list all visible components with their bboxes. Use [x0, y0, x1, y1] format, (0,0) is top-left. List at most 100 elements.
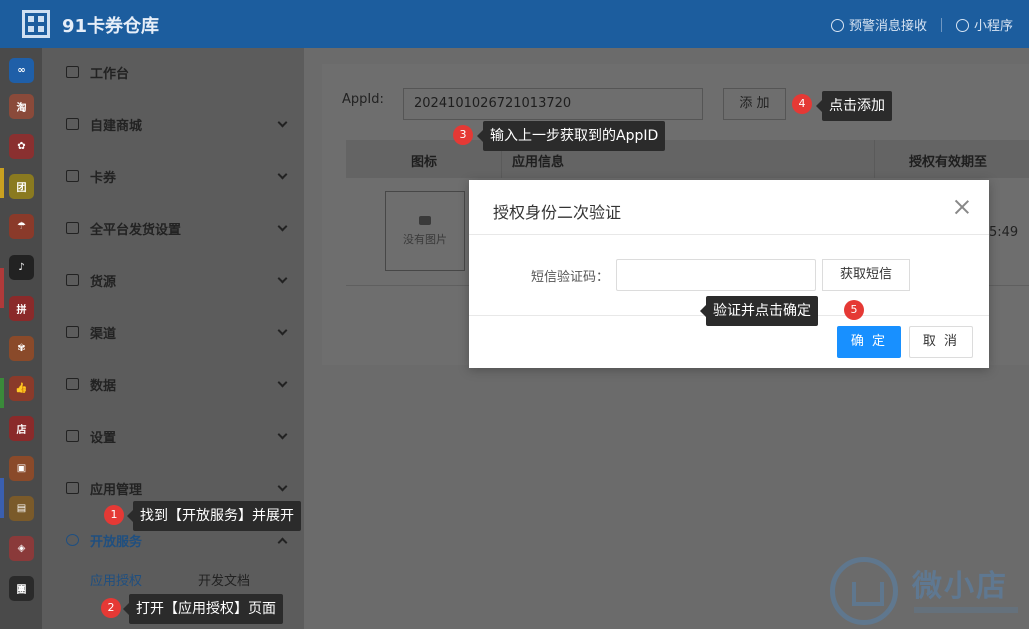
gear-icon [66, 430, 79, 442]
sidebar-item-settings[interactable]: 设置 [42, 414, 304, 458]
appid-input[interactable]: 2024101026721013720 [403, 88, 703, 120]
chevron-down-icon [277, 273, 288, 284]
appid-label: AppId: [342, 92, 384, 107]
alarm-icon [830, 19, 844, 32]
sidebar-item-card[interactable]: 卡券 [42, 154, 304, 198]
strip-edge-mark [0, 378, 4, 408]
app-note-icon[interactable]: ▤ [9, 496, 34, 521]
top-header: 91卡券仓库 预警消息接收 小程序 [0, 0, 1029, 48]
verification-dialog: 授权身份二次验证 短信验证码： 获取短信 确 定 取 消 [469, 180, 989, 368]
chevron-down-icon [277, 481, 288, 492]
sidebar-item-shipping[interactable]: 全平台发货设置 [42, 206, 304, 250]
app-taobao-icon[interactable]: 淘 [9, 94, 34, 119]
watermark-house-icon [830, 557, 898, 625]
dashboard-icon [66, 66, 79, 78]
step-badge-3: 3 [453, 125, 473, 145]
close-icon[interactable] [951, 196, 973, 218]
expiry-time: 5:49 [989, 225, 1019, 240]
strip-edge-mark [0, 478, 4, 518]
dialog-divider [469, 234, 989, 235]
sidebar-item-label: 应用管理 [90, 482, 143, 498]
piechart-icon [66, 378, 79, 390]
app-link-icon[interactable]: ∞ [9, 58, 34, 83]
cart-icon [66, 274, 79, 286]
table-header-divider [874, 140, 875, 178]
app-bag-icon[interactable]: ▣ [9, 456, 34, 481]
apps-icon [66, 482, 79, 494]
miniprogram-link[interactable]: 小程序 [955, 15, 1013, 34]
app-tiktok-icon[interactable]: ♪ [9, 255, 34, 280]
step-badge-4: 4 [792, 94, 812, 114]
sidebar-item-label: 全平台发货设置 [90, 222, 182, 238]
miniprogram-link-label: 小程序 [973, 19, 1013, 34]
camera-icon [419, 215, 431, 225]
step-tip-3: 输入上一步获取到的AppID [476, 121, 666, 151]
sms-code-input[interactable] [616, 259, 816, 291]
cancel-button[interactable]: 取 消 [909, 326, 973, 358]
app-pdd-icon[interactable]: 拼 [9, 296, 34, 321]
chevron-down-icon [277, 325, 288, 336]
add-button[interactable]: 添 加 [723, 88, 786, 120]
app-meituan-icon[interactable]: 團 [9, 576, 34, 601]
sidebar-subitem-app-auth[interactable]: 应用授权 [90, 570, 142, 589]
chevron-down-icon [277, 169, 288, 180]
link-icon [66, 534, 79, 546]
table-header-info: 应用信息 [512, 155, 565, 170]
step-tip-1: 找到【开放服务】并展开 [127, 501, 301, 531]
step-tip-5: 验证并点击确定 [700, 296, 818, 326]
step-tip-4: 点击添加 [816, 91, 892, 121]
chevron-down-icon [277, 377, 288, 388]
header-divider [940, 17, 942, 32]
chevron-down-icon [277, 429, 288, 440]
sidebar-item-label: 自建商城 [90, 118, 143, 134]
sidebar-item-channel[interactable]: 渠道 [42, 310, 304, 354]
confirm-button[interactable]: 确 定 [837, 326, 901, 358]
sidebar-item-label: 数据 [90, 378, 117, 394]
logo-icon [22, 10, 50, 38]
app-umbrella-icon[interactable]: ☂ [9, 214, 34, 239]
watermark-subline [914, 607, 1018, 613]
sms-code-label: 短信验证码： [531, 270, 610, 285]
card-icon [66, 170, 79, 182]
step-badge-1: 1 [104, 505, 124, 525]
dialog-title: 授权身份二次验证 [493, 203, 622, 222]
app-fish-icon[interactable]: ◈ [9, 536, 34, 561]
app-image-placeholder: 没有图片 [385, 191, 465, 271]
miniprogram-icon [955, 19, 969, 32]
sidebar-item-supply[interactable]: 货源 [42, 258, 304, 302]
grid-icon [66, 222, 79, 234]
brand-title: 91卡券仓库 [62, 16, 160, 37]
app-flower-icon[interactable]: ✾ [9, 336, 34, 361]
sidebar-item-store[interactable]: 自建商城 [42, 102, 304, 146]
table-header-icon: 图标 [411, 155, 438, 170]
chevron-up-icon [277, 537, 288, 548]
app-group-icon[interactable]: 团 [9, 174, 34, 199]
watermark-logo: 微小店 [830, 555, 1020, 625]
no-image-text: 没有图片 [403, 232, 447, 246]
sidebar-item-dashboard[interactable]: 工作台 [42, 50, 304, 94]
sidebar-subitem-dev-docs[interactable]: 开发文档 [198, 570, 250, 589]
strip-edge-mark [0, 168, 4, 198]
table-header-expiry: 授权有效期至 [909, 155, 988, 170]
sidebar-item-label: 卡券 [90, 170, 117, 186]
sidebar-item-label: 开放服务 [90, 534, 143, 550]
sidebar-item-label: 货源 [90, 274, 117, 290]
get-sms-button[interactable]: 获取短信 [822, 259, 910, 291]
store-icon [66, 118, 79, 130]
sidebar: 工作台 自建商城 卡券 全平台发货设置 货源 渠道 数据 设置 应用管理 开放服… [42, 48, 304, 629]
alarm-link[interactable]: 预警消息接收 [830, 15, 927, 34]
sidebar-item-label: 工作台 [90, 66, 130, 82]
watermark-text: 微小店 [912, 569, 1008, 604]
app-shop-icon[interactable]: 店 [9, 416, 34, 441]
chevron-down-icon [277, 221, 288, 232]
step-tip-2: 打开【应用授权】页面 [123, 594, 283, 624]
strip-edge-mark [0, 268, 4, 308]
app-thumb-icon[interactable]: 👍 [9, 376, 34, 401]
chevron-down-icon [277, 117, 288, 128]
bag-icon [66, 326, 79, 338]
app-gift-icon[interactable]: ✿ [9, 134, 34, 159]
app-switcher-strip: ∞ 淘 ✿ 团 ☂ ♪ 拼 ✾ 👍 店 ▣ ▤ ◈ 團 [0, 48, 42, 629]
sidebar-item-data[interactable]: 数据 [42, 362, 304, 406]
sidebar-item-label: 渠道 [90, 326, 117, 342]
step-badge-2: 2 [101, 598, 121, 618]
